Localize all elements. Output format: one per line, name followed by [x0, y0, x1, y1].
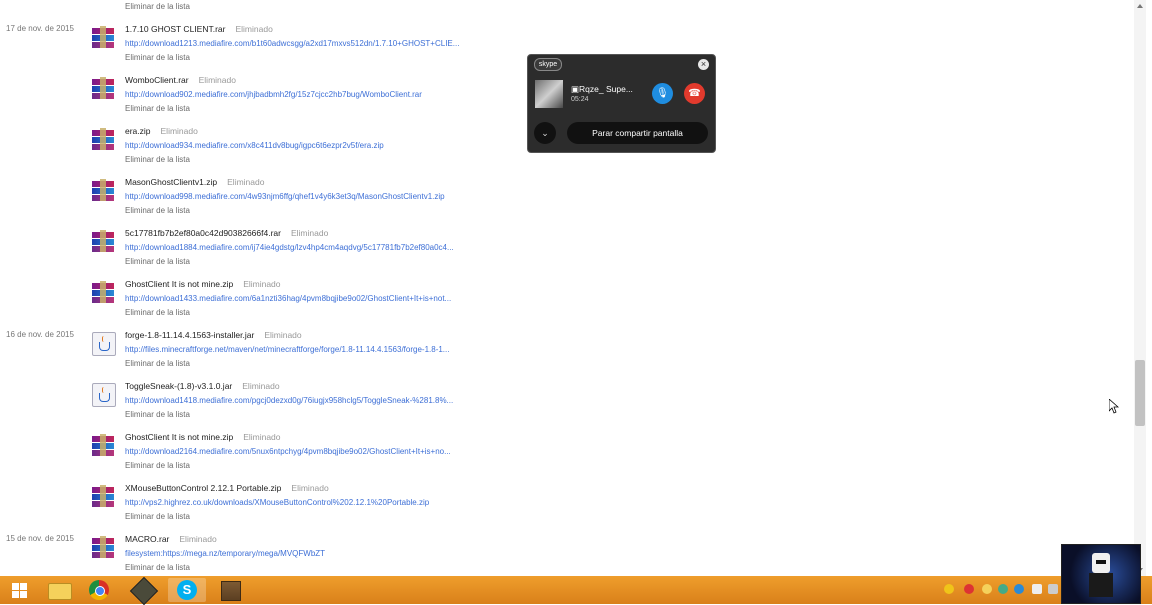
download-item: 1.7.10 GHOST CLIENT.rar Eliminado http://…	[90, 20, 510, 68]
file-url-link[interactable]: http://download1418.mediafire.com/pgcj0d…	[125, 396, 453, 405]
download-item: forge-1.8-11.14.4.1563-installer.jar Elim…	[90, 326, 510, 374]
remove-from-list-link[interactable]: Eliminar de la lista	[125, 155, 190, 164]
download-item: MasonGhostClientv1.zip Eliminado http://d…	[90, 173, 510, 221]
remove-from-list-link[interactable]: Eliminar de la lista	[125, 257, 190, 266]
file-url-link[interactable]: http://vps2.highrez.co.uk/downloads/XMou…	[125, 498, 429, 507]
rar-archive-icon	[92, 281, 114, 303]
stop-sharing-button[interactable]: Parar compartir pantalla	[567, 122, 708, 144]
avatar	[535, 80, 563, 108]
webcam-overlay	[1061, 544, 1141, 604]
file-name: GhostClient It is not mine.zip	[125, 432, 234, 442]
date-label: 17 de nov. de 2015	[6, 24, 74, 33]
rar-archive-icon	[92, 77, 114, 99]
file-status: Eliminado	[264, 330, 302, 340]
file-name: era.zip	[125, 126, 151, 136]
file-status: Eliminado	[243, 279, 281, 289]
file-status: Eliminado	[243, 432, 281, 442]
tray-icon[interactable]	[964, 584, 974, 594]
steam-icon[interactable]	[125, 576, 163, 605]
java-jar-icon	[92, 332, 116, 356]
rar-archive-icon	[92, 485, 114, 507]
remove-from-list-link[interactable]: Eliminar de la lista	[125, 2, 190, 11]
minecraft-icon[interactable]	[212, 578, 250, 602]
remove-from-list-link[interactable]: Eliminar de la lista	[125, 206, 190, 215]
hang-up-icon[interactable]: ☎	[684, 83, 705, 104]
skype-icon[interactable]: S	[168, 578, 206, 602]
remove-from-list-link[interactable]: Eliminar de la lista	[125, 308, 190, 317]
file-url-link[interactable]: http://download902.mediafire.com/jhjbadb…	[125, 90, 422, 99]
download-item: era.zip Eliminado http://download934.medi…	[90, 122, 510, 170]
tray-icon[interactable]	[982, 584, 992, 594]
close-icon[interactable]: ×	[698, 59, 709, 70]
file-url-link[interactable]: http://download2164.mediafire.com/5nux6n…	[125, 447, 451, 456]
file-name: MACRO.rar	[125, 534, 170, 544]
flag-icon[interactable]	[1032, 584, 1042, 594]
download-item: XMouseButtonControl 2.12.1 Portable.zip E…	[90, 479, 510, 527]
rar-archive-icon	[92, 434, 114, 456]
java-jar-icon	[92, 383, 116, 407]
vertical-scrollbar[interactable]	[1134, 0, 1146, 576]
file-url-link[interactable]: http://download998.mediafire.com/4w93njm…	[125, 192, 445, 201]
rar-archive-icon	[92, 179, 114, 201]
file-status: Eliminado	[179, 534, 217, 544]
file-name: 1.7.10 GHOST CLIENT.rar	[125, 24, 226, 34]
tray-icon[interactable]	[1014, 584, 1024, 594]
file-status: Eliminado	[290, 228, 329, 238]
file-url-link[interactable]: http://download934.mediafire.com/x8c411d…	[125, 141, 384, 150]
file-explorer-icon[interactable]	[40, 578, 78, 602]
file-name: forge-1.8-11.14.4.1563-installer.jar	[125, 330, 255, 340]
file-status: Eliminado	[235, 24, 273, 34]
file-name: XMouseButtonControl 2.12.1 Portable.zip	[125, 483, 282, 493]
scroll-up-arrow-icon[interactable]	[1137, 4, 1143, 8]
download-item: ToggleSneak-(1.8)-v3.1.0.jar Eliminado ht…	[90, 377, 510, 425]
download-item: GhostClient It is not mine.zip Eliminado …	[90, 275, 510, 323]
file-status: Eliminado	[198, 75, 236, 85]
remove-from-list-link[interactable]: Eliminar de la lista	[125, 53, 190, 62]
file-name: ToggleSneak-(1.8)-v3.1.0.jar	[125, 381, 233, 391]
remove-from-list-link[interactable]: Eliminar de la lista	[125, 563, 190, 572]
windows-start-icon[interactable]	[4, 578, 42, 602]
file-name: MasonGhostClientv1.zip	[125, 177, 218, 187]
mouse-cursor-icon	[1108, 398, 1120, 419]
call-timer: 05:24	[571, 96, 589, 103]
skype-logo: skype	[534, 58, 562, 71]
file-status: Eliminado	[227, 177, 265, 187]
file-url-link[interactable]: filesystem:https://mega.nz/temporary/meg…	[125, 549, 325, 558]
file-status: Eliminado	[160, 126, 198, 136]
chevron-down-icon[interactable]: ⌄	[534, 122, 556, 144]
file-name: 5c17781fb7b2ef80a0c42d90382666f4.rar	[125, 228, 281, 238]
remove-from-list-link[interactable]: Eliminar de la lista	[125, 410, 190, 419]
file-url-link[interactable]: http://files.minecraftforge.net/maven/ne…	[125, 345, 449, 354]
date-label: 15 de nov. de 2015	[6, 534, 74, 543]
microphone-icon[interactable]: 🎙	[652, 83, 673, 104]
file-name: WomboClient.rar	[125, 75, 189, 85]
remove-from-list-link[interactable]: Eliminar de la lista	[125, 512, 190, 521]
system-tray	[944, 584, 1062, 598]
skype-call-window: skype × ▣Rqze_ Supe... 05:24 🎙 ☎ ⌄ Parar…	[527, 54, 716, 153]
rar-archive-icon	[92, 128, 114, 150]
file-status: Eliminado	[291, 483, 329, 493]
rar-archive-icon	[92, 26, 114, 48]
file-status: Eliminado	[242, 381, 280, 391]
contact-name: ▣Rqze_ Supe...	[571, 84, 633, 94]
remove-from-list-link[interactable]: Eliminar de la lista	[125, 359, 190, 368]
remove-from-list-link[interactable]: Eliminar de la lista	[125, 461, 190, 470]
download-item: GhostClient It is not mine.zip Eliminado …	[90, 428, 510, 476]
download-item: 5c17781fb7b2ef80a0c42d90382666f4.rar Elim…	[90, 224, 510, 272]
chrome-icon[interactable]	[80, 578, 118, 602]
file-url-link[interactable]: http://download1213.mediafire.com/b1t60a…	[125, 39, 459, 48]
network-icon[interactable]	[1048, 584, 1058, 594]
tray-icon[interactable]	[998, 584, 1008, 594]
rar-archive-icon	[92, 230, 114, 252]
scroll-thumb[interactable]	[1135, 360, 1145, 426]
file-url-link[interactable]: http://download1433.mediafire.com/6a1nzt…	[125, 294, 451, 303]
tray-icon[interactable]	[944, 584, 954, 594]
file-url-link[interactable]: http://download1884.mediafire.com/ij74ie…	[125, 243, 454, 252]
download-item: WomboClient.rar Eliminado http://download…	[90, 71, 510, 119]
download-item: MACRO.rar Eliminado filesystem:https://me…	[90, 530, 510, 576]
rar-archive-icon	[92, 536, 114, 558]
file-name: GhostClient It is not mine.zip	[125, 279, 234, 289]
remove-from-list-link[interactable]: Eliminar de la lista	[125, 104, 190, 113]
date-label: 16 de nov. de 2015	[6, 330, 74, 339]
